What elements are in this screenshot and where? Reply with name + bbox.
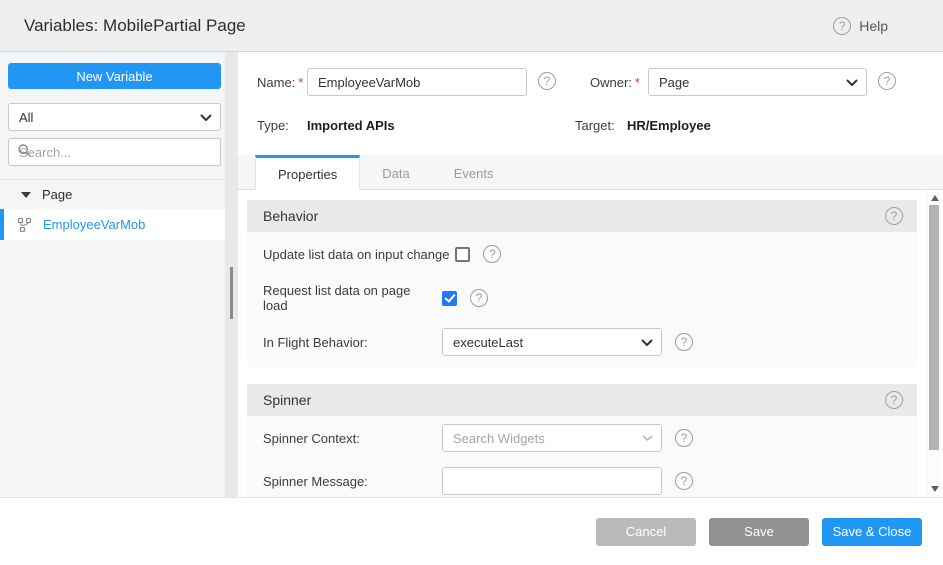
- owner-label: Owner:*: [590, 75, 640, 90]
- search-input[interactable]: [8, 138, 221, 166]
- type-label: Type:: [257, 118, 289, 133]
- tab-data[interactable]: Data: [360, 155, 431, 189]
- type-value: Imported APIs: [307, 118, 395, 133]
- owner-help-icon[interactable]: [878, 72, 896, 90]
- tab-properties[interactable]: Properties: [255, 155, 360, 190]
- service-variable-icon: [17, 217, 33, 233]
- expand-triangle-icon: [21, 192, 31, 198]
- spinner-message-label: Spinner Message:: [263, 474, 442, 489]
- main-panel: Name:* Owner:* Page Type: Imported APIs …: [238, 52, 943, 497]
- spinner-section-title: Spinner: [263, 392, 311, 408]
- variable-form: Name:* Owner:* Page Type: Imported APIs …: [238, 52, 943, 155]
- update-list-help-icon[interactable]: [483, 245, 501, 263]
- content-scrollbar-thumb[interactable]: [929, 205, 939, 450]
- variables-editor-window: Variables: MobilePartial Page Help New V…: [0, 0, 943, 565]
- page-title: Variables: MobilePartial Page: [24, 16, 246, 36]
- spinner-message-help-icon[interactable]: [675, 472, 693, 490]
- behavior-section-body: Update list data on input change Request…: [247, 232, 917, 367]
- help-circle-icon: [833, 17, 851, 35]
- sidebar-scrollbar[interactable]: [225, 52, 238, 497]
- target-value: HR/Employee: [627, 118, 711, 133]
- variables-tree: Page EmployeeVarMob: [0, 179, 238, 240]
- content-scrollbar[interactable]: [926, 190, 941, 497]
- target-label: Target:: [575, 118, 615, 133]
- tree-group-label: Page: [42, 187, 72, 202]
- in-flight-help-icon[interactable]: [675, 333, 693, 351]
- tab-bar: Properties Data Events: [238, 155, 943, 190]
- tree-item-label: EmployeeVarMob: [43, 217, 145, 232]
- spinner-section: Spinner Spinner Context:: [247, 384, 917, 497]
- spinner-section-body: Spinner Context: Spinner Message:: [247, 416, 917, 497]
- save-and-close-button[interactable]: Save & Close: [822, 518, 922, 546]
- spinner-message-row: Spinner Message:: [263, 467, 901, 495]
- tree-group-page[interactable]: Page: [0, 180, 238, 209]
- name-input[interactable]: [307, 68, 527, 96]
- tab-events[interactable]: Events: [432, 155, 516, 189]
- search-icon: [17, 143, 32, 158]
- properties-content: Behavior Update list data on input chang…: [238, 190, 943, 497]
- sidebar-search-wrap: [8, 138, 221, 166]
- sidebar-scrollbar-thumb[interactable]: [230, 267, 233, 319]
- behavior-section-title: Behavior: [263, 208, 318, 224]
- request-list-row: Request list data on page load: [263, 283, 901, 313]
- update-list-label: Update list data on input change: [263, 247, 449, 262]
- required-asterisk: *: [635, 75, 640, 90]
- spinner-context-label: Spinner Context:: [263, 431, 442, 446]
- variable-filter-select-wrap: All: [8, 103, 221, 131]
- name-label: Name:*: [257, 75, 303, 90]
- cancel-button[interactable]: Cancel: [596, 518, 696, 546]
- in-flight-row: In Flight Behavior: executeLast: [263, 328, 901, 356]
- spinner-message-field-wrap: [442, 467, 662, 495]
- help-link[interactable]: Help: [833, 17, 888, 35]
- name-help-icon[interactable]: [538, 72, 556, 90]
- request-list-label: Request list data on page load: [263, 283, 436, 313]
- spinner-section-header: Spinner: [247, 384, 917, 416]
- spinner-context-select-wrap: [442, 424, 662, 452]
- request-list-checkbox[interactable]: [442, 291, 457, 306]
- in-flight-select[interactable]: executeLast: [442, 328, 662, 356]
- owner-select-wrap: Page: [648, 68, 867, 96]
- save-button[interactable]: Save: [709, 518, 809, 546]
- new-variable-button[interactable]: New Variable: [8, 63, 221, 89]
- tree-item-employeevarmob[interactable]: EmployeeVarMob: [0, 209, 238, 240]
- name-field-wrap: [307, 68, 527, 96]
- sidebar: New Variable All Page: [0, 52, 238, 497]
- in-flight-label: In Flight Behavior:: [263, 335, 442, 350]
- request-list-help-icon[interactable]: [470, 289, 488, 307]
- spinner-help-icon[interactable]: [885, 391, 903, 409]
- spinner-context-help-icon[interactable]: [675, 429, 693, 447]
- behavior-section-header: Behavior: [247, 200, 917, 232]
- owner-select[interactable]: Page: [648, 68, 867, 96]
- body-region: New Variable All Page: [0, 52, 943, 497]
- footer-actions: Cancel Save Save & Close: [0, 497, 943, 565]
- header: Variables: MobilePartial Page Help: [0, 0, 943, 52]
- variable-filter-select[interactable]: All: [8, 103, 221, 131]
- scroll-down-icon[interactable]: [931, 486, 939, 492]
- spinner-context-row: Spinner Context:: [263, 424, 901, 452]
- behavior-help-icon[interactable]: [885, 207, 903, 225]
- in-flight-select-wrap: executeLast: [442, 328, 662, 356]
- update-list-row: Update list data on input change: [263, 240, 901, 268]
- required-asterisk: *: [298, 75, 303, 90]
- spinner-context-input[interactable]: [442, 424, 662, 452]
- behavior-section: Behavior Update list data on input chang…: [247, 200, 917, 367]
- scroll-up-icon[interactable]: [931, 195, 939, 201]
- help-label: Help: [859, 18, 888, 34]
- update-list-checkbox[interactable]: [455, 247, 470, 262]
- spinner-message-input[interactable]: [442, 467, 662, 495]
